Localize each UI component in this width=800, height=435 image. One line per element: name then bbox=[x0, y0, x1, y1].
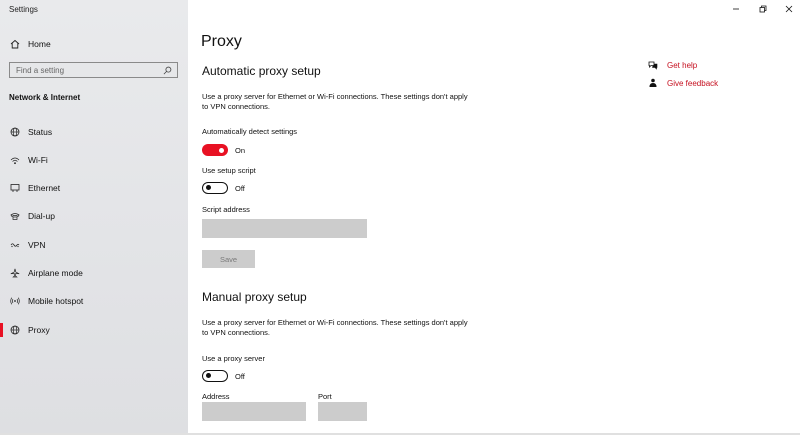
sidebar-item-dialup[interactable]: Dial-up bbox=[0, 206, 188, 226]
feedback-icon bbox=[649, 78, 657, 87]
sidebar-item-label: VPN bbox=[28, 240, 46, 250]
script-address-label: Script address bbox=[202, 205, 250, 214]
manual-proxy-description: Use a proxy server for Ethernet or Wi-Fi… bbox=[202, 318, 468, 337]
toggle-knob bbox=[206, 185, 211, 190]
sidebar-item-mobile-hotspot[interactable]: Mobile hotspot bbox=[0, 291, 188, 311]
get-help-label: Get help bbox=[667, 60, 698, 70]
sidebar-item-wifi[interactable]: Wi-Fi bbox=[0, 150, 188, 170]
nav-home-label: Home bbox=[28, 39, 51, 49]
sidebar-item-label: Ethernet bbox=[28, 183, 61, 193]
proxy-port-label: Port bbox=[318, 392, 332, 401]
detect-settings-label: Automatically detect settings bbox=[202, 127, 298, 136]
script-address-input[interactable] bbox=[202, 219, 367, 238]
sidebar-item-label: Wi-Fi bbox=[28, 155, 48, 165]
use-proxy-label: Use a proxy server bbox=[202, 354, 265, 363]
airplane-icon bbox=[9, 267, 21, 279]
sidebar: Settings Home Find a setting Network & I… bbox=[0, 0, 188, 435]
main-content: Proxy Automatic proxy setup Use a proxy … bbox=[188, 0, 800, 435]
sidebar-item-airplane[interactable]: Airplane mode bbox=[0, 263, 188, 283]
search-input[interactable]: Find a setting bbox=[9, 62, 178, 78]
section-title: Network & Internet bbox=[9, 93, 81, 102]
window-title: Settings bbox=[9, 5, 38, 14]
wifi-icon bbox=[9, 154, 21, 166]
globe-icon bbox=[9, 126, 21, 138]
sidebar-item-proxy[interactable]: Proxy bbox=[0, 320, 188, 340]
search-icon bbox=[163, 66, 172, 75]
dialup-icon bbox=[9, 210, 21, 222]
setup-script-toggle[interactable] bbox=[202, 182, 228, 194]
chat-help-icon bbox=[648, 61, 658, 70]
sidebar-item-label: Dial-up bbox=[28, 211, 55, 221]
proxy-address-label: Address bbox=[202, 392, 230, 401]
proxy-address-input[interactable] bbox=[202, 402, 306, 421]
nav-home[interactable]: Home bbox=[0, 35, 188, 53]
use-proxy-state: Off bbox=[235, 372, 245, 381]
automatic-proxy-description: Use a proxy server for Ethernet or Wi-Fi… bbox=[202, 92, 468, 111]
automatic-proxy-heading: Automatic proxy setup bbox=[202, 64, 321, 78]
proxy-port-input[interactable] bbox=[318, 402, 367, 421]
toggle-knob bbox=[219, 147, 224, 153]
give-feedback-label: Give feedback bbox=[667, 78, 719, 88]
detect-settings-toggle[interactable] bbox=[202, 144, 228, 156]
detect-settings-state: On bbox=[235, 146, 246, 155]
sidebar-item-vpn[interactable]: VPN bbox=[0, 235, 188, 255]
sidebar-item-label: Proxy bbox=[28, 325, 50, 335]
hotspot-icon bbox=[9, 295, 21, 307]
page-title: Proxy bbox=[201, 33, 242, 50]
manual-proxy-heading: Manual proxy setup bbox=[202, 290, 307, 304]
setup-script-state: Off bbox=[235, 184, 245, 193]
toggle-knob bbox=[206, 373, 211, 378]
use-proxy-toggle[interactable] bbox=[202, 370, 228, 382]
sidebar-item-status[interactable]: Status bbox=[0, 122, 188, 142]
save-button[interactable]: Save bbox=[202, 250, 255, 268]
home-icon bbox=[9, 38, 21, 50]
sidebar-item-label: Status bbox=[28, 127, 53, 137]
vpn-icon bbox=[9, 239, 21, 251]
sidebar-item-label: Airplane mode bbox=[28, 268, 83, 278]
setup-script-label: Use setup script bbox=[202, 166, 256, 175]
ethernet-icon bbox=[9, 182, 21, 194]
sidebar-item-ethernet[interactable]: Ethernet bbox=[0, 178, 188, 198]
sidebar-item-label: Mobile hotspot bbox=[28, 296, 84, 306]
globe-icon bbox=[9, 324, 21, 336]
search-placeholder: Find a setting bbox=[16, 66, 65, 75]
